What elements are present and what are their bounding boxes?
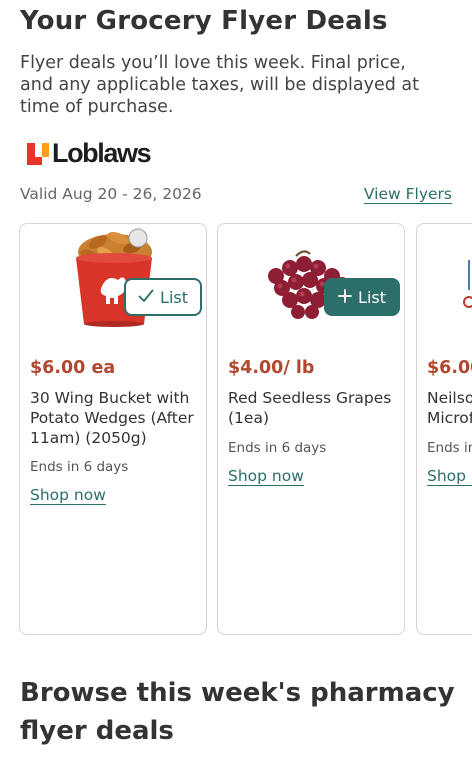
shop-now-link[interactable]: Shop now [30, 486, 106, 504]
product-image [417, 224, 472, 336]
deal-card[interactable]: List $4.00/ lb Red Seedless Grapes (1ea)… [217, 223, 405, 635]
pharmacy-section-title: Browse this week's pharmacy flyer deals [20, 678, 455, 746]
loblaws-logo-icon [27, 142, 49, 165]
deal-expiry: Ends in [427, 440, 472, 456]
list-button-label: List [358, 287, 386, 307]
shop-now-link[interactable]: Shop r [427, 467, 472, 485]
add-to-list-button[interactable]: List [324, 278, 400, 316]
deal-expiry: Ends in 6 days [30, 459, 129, 475]
store-name: Loblaws [52, 138, 152, 168]
deal-card[interactable]: List $6.00 ea 30 Wing Bucket with Potato… [19, 223, 207, 635]
deal-price: $6.00 [427, 358, 472, 378]
shop-now-link[interactable]: Shop now [228, 467, 304, 485]
list-toggle-button[interactable]: List [124, 278, 202, 316]
deal-name: 30 Wing Bucket with Potato Wedges (After… [30, 389, 194, 447]
list-button-label: List [160, 287, 188, 307]
deal-price: $4.00/ lb [228, 358, 315, 378]
deal-name-text: Neilso Microf [427, 389, 472, 427]
deal-price: $6.00 ea [30, 358, 116, 378]
view-flyers-link[interactable]: View Flyers [364, 185, 452, 203]
valid-dates: Valid Aug 20 - 26, 2026 [20, 185, 202, 203]
page-title: Your Grocery Flyer Deals [20, 6, 388, 36]
store-logo: Loblaws [27, 138, 152, 169]
check-icon [138, 288, 154, 307]
deal-expiry: Ends in 6 days [228, 440, 327, 456]
deal-card[interactable]: $6.00 Neilso Microf Ends in Shop r [416, 223, 472, 635]
deals-carousel[interactable]: List $6.00 ea 30 Wing Bucket with Potato… [19, 223, 472, 639]
deal-name: Neilso Microf [427, 388, 472, 428]
intro-text: Flyer deals you’ll love this week. Final… [20, 53, 420, 117]
deal-name: Red Seedless Grapes (1ea) [228, 389, 392, 427]
plus-icon [338, 288, 352, 307]
